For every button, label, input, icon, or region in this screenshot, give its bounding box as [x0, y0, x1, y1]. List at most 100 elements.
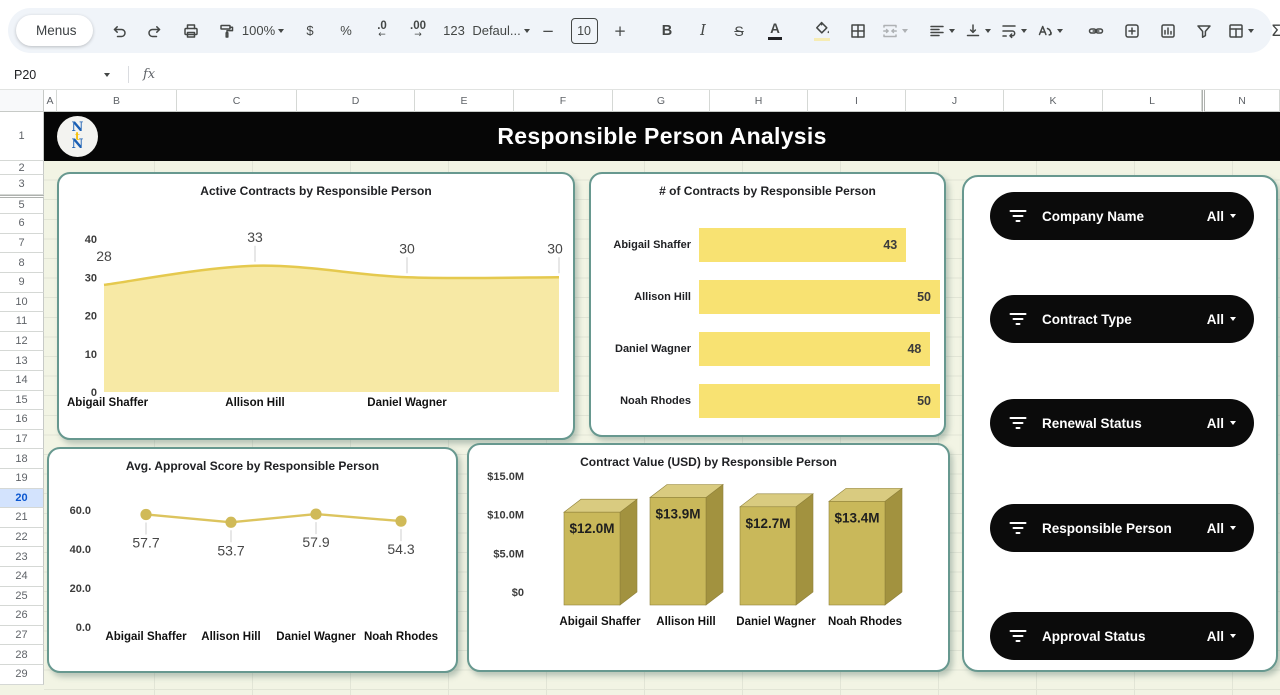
chart-contracts-count[interactable]: # of Contracts by Responsible PersonAbig…	[589, 172, 946, 437]
column-header-A[interactable]: A	[44, 90, 57, 112]
row-header-21[interactable]: 21	[0, 508, 44, 528]
row-header-10[interactable]: 10	[0, 293, 44, 313]
slicer-panel: Company NameAllContract TypeAllRenewal S…	[962, 175, 1278, 672]
row-header-11[interactable]: 11	[0, 312, 44, 332]
cell-name-box[interactable]: P20	[0, 68, 120, 82]
toolbar-table-views-button[interactable]	[1223, 16, 1258, 46]
slicer-value: All	[1207, 629, 1224, 644]
row-header-25[interactable]: 25	[0, 587, 44, 607]
select-all-corner[interactable]	[0, 90, 44, 112]
toolbar-borders-button[interactable]	[841, 16, 876, 46]
slicer-responsible-person[interactable]: Responsible PersonAll	[990, 504, 1254, 552]
bar-value-label: 50	[917, 290, 931, 304]
row-header-13[interactable]: 13	[0, 351, 44, 371]
slicer-renewal-status[interactable]: Renewal StatusAll	[990, 399, 1254, 447]
slicer-approval-status[interactable]: Approval StatusAll	[990, 612, 1254, 660]
toolbar-undo-button[interactable]	[102, 16, 137, 46]
column-header-G[interactable]: G	[613, 90, 710, 112]
row-header-6[interactable]: 6	[0, 214, 44, 234]
toolbar-font-size-button[interactable]: 10	[567, 16, 602, 46]
toolbar-horizontal-align-button[interactable]	[924, 16, 959, 46]
name-box-dropdown-icon[interactable]	[104, 73, 110, 77]
bar: 48	[699, 332, 930, 366]
toolbar-redo-button[interactable]	[138, 16, 173, 46]
column-header-H[interactable]: H	[710, 90, 808, 112]
row-header-19[interactable]: 19	[0, 469, 44, 489]
slicer-dropdown-caret-icon[interactable]	[1230, 634, 1236, 638]
row-header-29[interactable]: 29	[0, 665, 44, 685]
toolbar-text-color-button[interactable]: A	[758, 16, 793, 46]
slicer-contract-type[interactable]: Contract TypeAll	[990, 295, 1254, 343]
chart-active-contracts[interactable]: Active Contracts by Responsible Person01…	[57, 172, 575, 440]
slicer-dropdown-caret-icon[interactable]	[1230, 317, 1236, 321]
toolbar-decrease-decimal-button[interactable]: .0←	[365, 16, 400, 46]
toolbar-paint-format-button[interactable]	[210, 16, 245, 46]
toolbar-font-size-increase-button[interactable]: +	[603, 16, 638, 46]
row-header-23[interactable]: 23	[0, 547, 44, 567]
slicer-dropdown-caret-icon[interactable]	[1230, 526, 1236, 530]
chart-contract-value[interactable]: Contract Value (USD) by Responsible Pers…	[467, 443, 950, 672]
toolbar-vertical-align-button[interactable]	[960, 16, 995, 46]
column-header-F[interactable]: F	[514, 90, 613, 112]
toolbar-italic-button[interactable]: I	[686, 16, 721, 46]
row-header-3[interactable]: 3	[0, 175, 44, 195]
toolbar-insert-link-button[interactable]	[1079, 16, 1114, 46]
row-header-2[interactable]: 2	[0, 161, 44, 175]
column-header-C[interactable]: C	[177, 90, 297, 112]
slicer-label: Contract Type	[1042, 312, 1207, 327]
column-header-I[interactable]: I	[808, 90, 906, 112]
row-header-8[interactable]: 8	[0, 253, 44, 273]
toolbar-more-formats-button[interactable]: 123	[437, 16, 472, 46]
toolbar-print-button[interactable]	[174, 16, 209, 46]
toolbar-fill-color-button[interactable]	[805, 16, 840, 46]
row-header-14[interactable]: 14	[0, 371, 44, 391]
toolbar-font-size-decrease-button[interactable]: −	[531, 16, 566, 46]
column-header-N[interactable]: N	[1202, 90, 1280, 112]
toolbar-format-percent-button[interactable]: %	[329, 16, 364, 46]
column-header-D[interactable]: D	[297, 90, 415, 112]
row-header-9[interactable]: 9	[0, 273, 44, 293]
svg-text:54.3: 54.3	[387, 541, 414, 557]
slicer-dropdown-caret-icon[interactable]	[1230, 214, 1236, 218]
row-header-17[interactable]: 17	[0, 430, 44, 450]
row-header-7[interactable]: 7	[0, 234, 44, 254]
row-header-27[interactable]: 27	[0, 626, 44, 646]
column-header-J[interactable]: J	[906, 90, 1004, 112]
toolbar-font-button[interactable]: Defaul...	[484, 16, 519, 46]
svg-text:Abigail Shaffer: Abigail Shaffer	[67, 397, 149, 409]
toolbar-insert-comment-button[interactable]	[1115, 16, 1150, 46]
slicer-company-name[interactable]: Company NameAll	[990, 192, 1254, 240]
dropdown-caret-icon	[1248, 29, 1254, 33]
toolbar-insert-chart-button[interactable]	[1151, 16, 1186, 46]
slicer-dropdown-caret-icon[interactable]	[1230, 421, 1236, 425]
row-header-16[interactable]: 16	[0, 410, 44, 430]
toolbar-bold-button[interactable]: B	[650, 16, 685, 46]
column-header-E[interactable]: E	[415, 90, 514, 112]
row-header-15[interactable]: 15	[0, 391, 44, 411]
row-header-22[interactable]: 22	[0, 528, 44, 548]
toolbar-text-wrap-button[interactable]	[996, 16, 1031, 46]
sheet-canvas[interactable]: NtN Responsible Person Analysis Active C…	[44, 112, 1280, 695]
toolbar-format-currency-button[interactable]: $	[293, 16, 328, 46]
row-header-12[interactable]: 12	[0, 332, 44, 352]
toolbar-menus-button[interactable]: Menus	[16, 15, 93, 46]
toolbar-strikethrough-button[interactable]: S	[722, 16, 757, 46]
toolbar-functions-button[interactable]: Σ	[1259, 16, 1280, 46]
row-header-26[interactable]: 26	[0, 606, 44, 626]
row-header-5[interactable]: 5	[0, 195, 44, 215]
row-header-28[interactable]: 28	[0, 645, 44, 665]
svg-text:Daniel Wagner: Daniel Wagner	[367, 397, 447, 409]
row-header-24[interactable]: 24	[0, 567, 44, 587]
column-header-L[interactable]: L	[1103, 90, 1202, 112]
row-header-20[interactable]: 20	[0, 489, 44, 509]
toolbar-increase-decimal-button[interactable]: .00→	[401, 16, 436, 46]
row-header-1[interactable]: 1	[0, 112, 44, 161]
toolbar-zoom-button[interactable]: 100%	[246, 16, 281, 46]
toolbar-create-filter-button[interactable]	[1187, 16, 1222, 46]
column-header-B[interactable]: B	[57, 90, 177, 112]
column-header-K[interactable]: K	[1004, 90, 1103, 112]
row-header-18[interactable]: 18	[0, 449, 44, 469]
chart-avg-approval-score[interactable]: Avg. Approval Score by Responsible Perso…	[47, 447, 458, 673]
toolbar-text-rotation-button[interactable]	[1032, 16, 1067, 46]
page-title: Responsible Person Analysis	[44, 112, 1280, 161]
